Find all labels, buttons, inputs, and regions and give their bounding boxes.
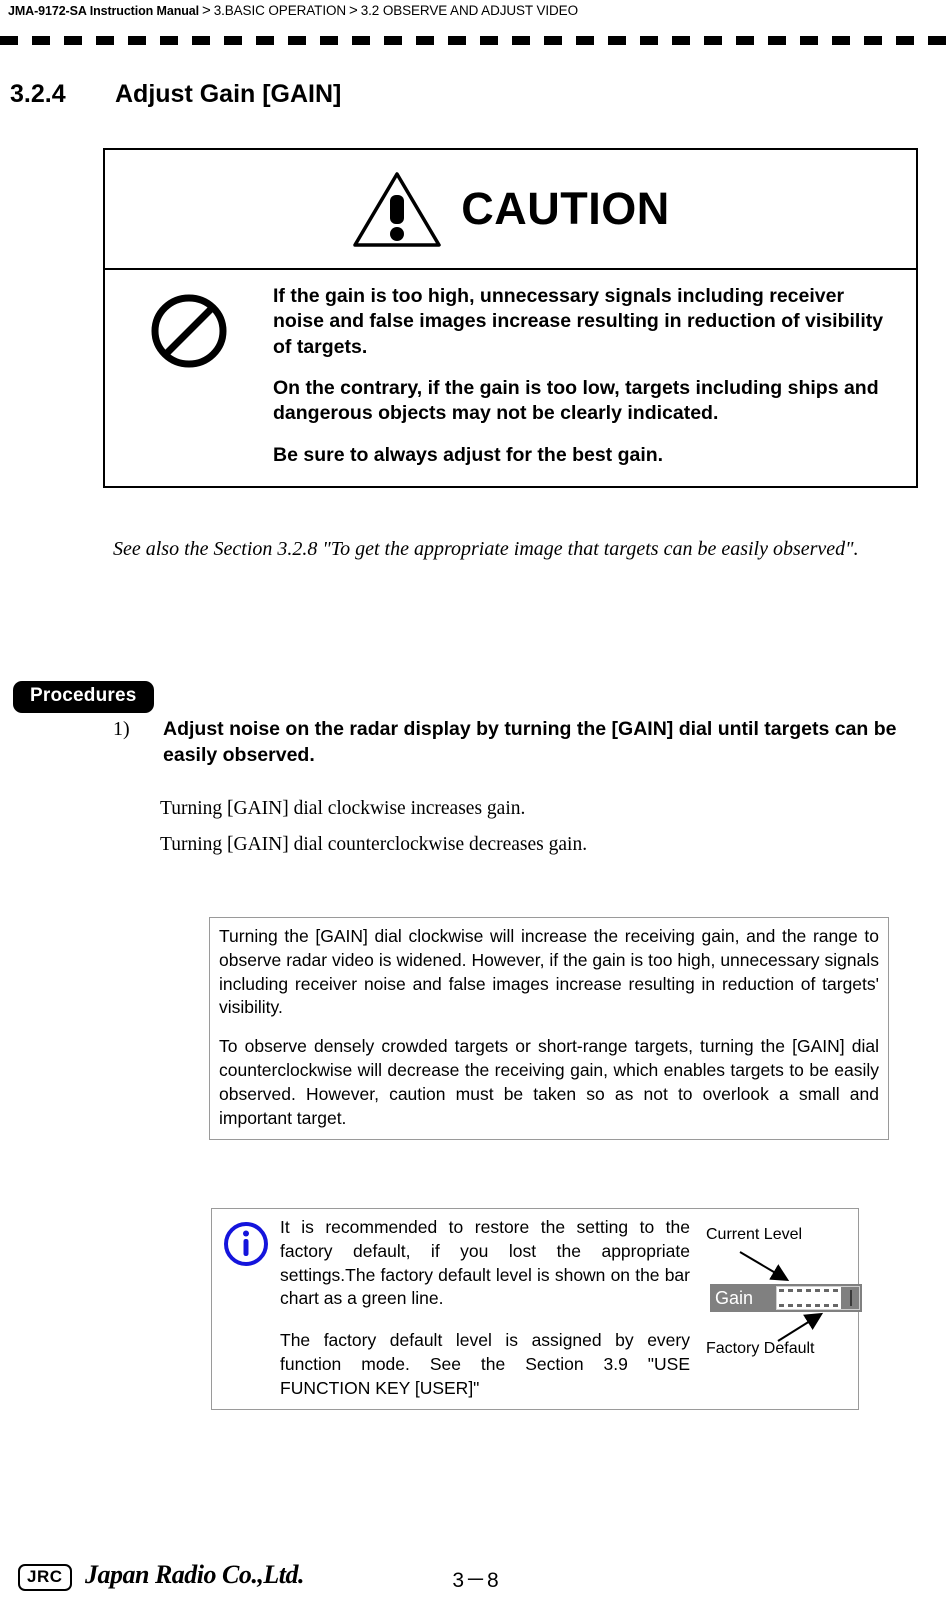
current-level-arrow (739, 1251, 790, 1282)
caution-text-group: If the gain is too high, unnecessary sig… (273, 284, 916, 468)
info-paragraph: It is recommended to restore the setting… (280, 1217, 690, 1309)
note-box: Turning the [GAIN] dial clockwise will i… (209, 917, 889, 1141)
prohibition-icon-cell (105, 284, 273, 468)
info-box: It is recommended to restore the setting… (211, 1208, 862, 1410)
caution-body: If the gain is too high, unnecessary sig… (105, 270, 916, 486)
caution-paragraph: If the gain is too high, unnecessary sig… (273, 285, 884, 358)
caution-paragraph: Be sure to always adjust for the best ga… (273, 443, 664, 466)
gain-bar-figure: Current Level Gain Factory Default (700, 1216, 862, 1401)
section-heading-text: Adjust Gain [GAIN] (115, 80, 342, 108)
factory-default-label: Factory Default (706, 1340, 815, 1357)
note-paragraph: To observe densely crowded targets or sh… (219, 1036, 879, 1128)
gain-label: Gain (710, 1284, 776, 1312)
breadcrumb: JMA-9172-SA Instruction Manual >3.BASIC O… (8, 2, 578, 19)
procedure-body-line: Turning [GAIN] dial counterclockwise dec… (160, 834, 588, 855)
factory-default-marker (850, 1290, 853, 1306)
breadcrumb-manual-title: JMA-9172-SA Instruction Manual (8, 4, 200, 18)
breadcrumb-section: 3.2 OBSERVE AND ADJUST VIDEO (360, 3, 578, 18)
procedures-badge: Procedures (13, 681, 154, 713)
procedure-body-line: Turning [GAIN] dial clockwise increases … (160, 798, 526, 819)
caution-paragraph: On the contrary, if the gain is too low,… (273, 377, 879, 425)
factory-default-arrow (777, 1312, 824, 1342)
see-also-reference: See also the Section 3.2.8 "To get the a… (113, 538, 859, 560)
caution-box: CAUTION If the gain is too high, unneces… (103, 148, 918, 489)
warning-triangle-icon (351, 169, 443, 249)
breadcrumb-separator-2: > (349, 2, 358, 19)
section-number: 3.2.4 (10, 80, 66, 108)
page-number: 3－8 (452, 1569, 500, 1592)
page-header: JMA-9172-SA Instruction Manual >3.BASIC O… (0, 0, 952, 46)
procedure-step-text: Adjust noise on the radar display by tur… (163, 718, 897, 767)
caution-header: CAUTION (105, 150, 916, 270)
page-footer: JRC Japan Radio Co.,Ltd. 3－8 (0, 1558, 952, 1602)
info-paragraph: The factory default level is assigned by… (280, 1330, 690, 1398)
page-title: 3.2.4 Adjust Gain [GAIN] (10, 80, 341, 109)
breadcrumb-separator-1: > (202, 2, 211, 19)
gain-bar-widget: Gain (710, 1284, 862, 1312)
gain-level-bar (776, 1286, 860, 1310)
info-icon-cell (212, 1216, 280, 1401)
prohibition-icon (147, 292, 231, 375)
procedure-step-1: 1) Adjust noise on the radar display by … (113, 716, 925, 768)
note-paragraph: Turning the [GAIN] dial clockwise will i… (219, 926, 879, 1018)
info-circle-icon (222, 1220, 270, 1273)
info-text-group: It is recommended to restore the setting… (280, 1216, 700, 1401)
breadcrumb-chapter: 3.BASIC OPERATION (213, 3, 347, 18)
header-dashed-divider (0, 36, 952, 45)
caution-heading: CAUTION (461, 182, 670, 234)
procedure-step-number: 1) (113, 718, 130, 740)
